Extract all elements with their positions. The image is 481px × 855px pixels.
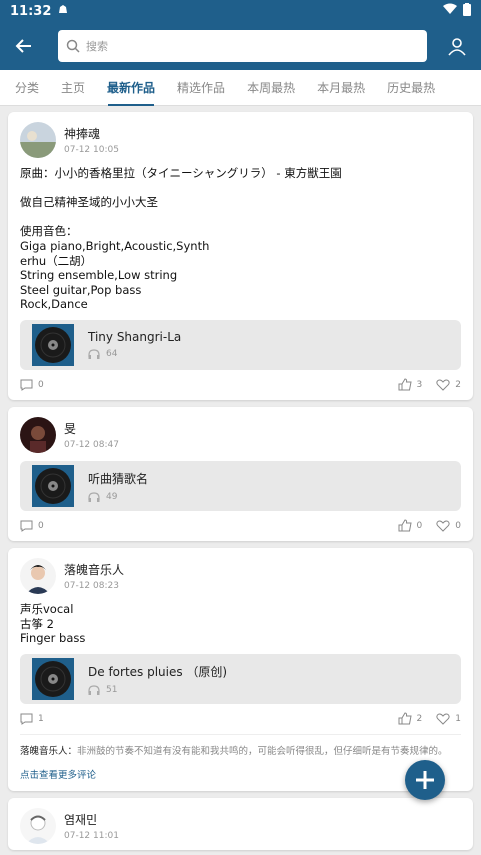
comment-author[interactable]: 落魄音乐人： (20, 746, 77, 757)
comment-count: 0 (38, 379, 44, 390)
notification-icon (57, 3, 69, 19)
post-date: 07-12 08:47 (64, 439, 119, 450)
track-play-count: 51 (106, 684, 118, 695)
vinyl-disc-icon (32, 464, 74, 507)
headphones-icon (88, 685, 100, 695)
tab-home[interactable]: 主页 (50, 70, 96, 106)
heart-icon (436, 520, 450, 532)
comment-icon (20, 520, 33, 532)
track-player[interactable]: 听曲猜歌名 49 (20, 460, 461, 511)
tab-category[interactable]: 分类 (4, 70, 50, 106)
comment-button[interactable]: 1 (20, 713, 44, 725)
favorite-count: 0 (455, 520, 461, 531)
heart-icon (436, 379, 450, 391)
post-username[interactable]: 神捧魂 (64, 125, 119, 142)
vinyl-disc-icon (32, 323, 74, 366)
like-count: 3 (416, 379, 423, 390)
avatar[interactable] (20, 557, 56, 594)
post-header: 神捧魂 07-12 10:05 (20, 122, 461, 158)
post-feed: 神捧魂 07-12 10:05 原曲：小小的香格里拉（タイニーシャングリラ） -… (0, 106, 481, 850)
heart-icon (436, 713, 450, 725)
post-username[interactable]: 염재민 (64, 811, 119, 828)
post-card: 旻 07-12 08:47 听曲猜歌名 49 0 0 0 (8, 406, 473, 541)
thumbs-up-icon (398, 378, 412, 391)
track-play-count: 64 (106, 349, 118, 360)
track-play-count: 49 (106, 491, 118, 502)
comment-button[interactable]: 0 (20, 379, 44, 391)
post-card: 落魄音乐人 07-12 08:23 声乐vocal 古筝 2 Finger ba… (8, 547, 473, 791)
comment-icon (20, 713, 33, 725)
battery-icon (463, 2, 471, 20)
like-button[interactable]: 2 (398, 712, 423, 725)
post-header: 落魄音乐人 07-12 08:23 (20, 557, 461, 594)
tab-latest[interactable]: 最新作品 (96, 70, 166, 106)
post-actions: 0 0 0 (20, 517, 461, 535)
like-button[interactable]: 0 (398, 519, 423, 532)
category-tabs: 分类 主页 最新作品 精选作品 本周最热 本月最热 历史最热 (0, 70, 481, 106)
favorite-button[interactable]: 1 (436, 712, 461, 725)
status-bar: 11:32 (0, 0, 481, 22)
post-card: 神捧魂 07-12 10:05 原曲：小小的香格里拉（タイニーシャングリラ） -… (8, 112, 473, 400)
avatar[interactable] (20, 416, 56, 453)
comment-preview: 落魄音乐人：非洲鼓的节奏不知道有没有能和我共鸣的，可能会听得很乱，但仔细听是有节… (20, 733, 461, 757)
comment-count: 0 (38, 520, 44, 531)
tab-weekly-hot[interactable]: 本周最热 (236, 70, 306, 106)
post-date: 07-12 11:01 (64, 830, 119, 841)
favorite-count: 1 (455, 713, 461, 724)
tab-all-time-hot[interactable]: 历史最热 (376, 70, 446, 106)
plus-icon (416, 771, 434, 789)
post-username[interactable]: 落魄音乐人 (64, 561, 124, 578)
post-text: 声乐vocal 古筝 2 Finger bass (20, 601, 86, 646)
avatar[interactable] (20, 807, 56, 844)
avatar[interactable] (20, 122, 56, 158)
user-icon (448, 38, 466, 56)
track-title: 听曲猜歌名 (88, 471, 149, 486)
status-time: 11:32 (10, 3, 52, 19)
track-title: Tiny Shangri-La (88, 330, 182, 345)
vinyl-disc-icon (32, 657, 74, 700)
view-more-comments-link[interactable]: 点击查看更多评论 (20, 767, 461, 785)
thumbs-up-icon (398, 519, 412, 532)
tab-monthly-hot[interactable]: 本月最热 (306, 70, 376, 106)
search-placeholder: 搜索 (86, 40, 108, 53)
favorite-button[interactable]: 0 (436, 519, 461, 532)
post-actions: 1 2 1 (20, 710, 461, 728)
favorite-button[interactable]: 2 (436, 378, 461, 391)
like-count: 0 (416, 520, 423, 531)
search-input[interactable]: 搜索 (58, 30, 427, 62)
track-player[interactable]: De fortes pluies （原创) 51 (20, 653, 461, 704)
like-count: 2 (416, 713, 423, 724)
track-title: De fortes pluies （原创) (88, 664, 228, 679)
headphones-icon (88, 492, 100, 502)
back-arrow-icon (15, 39, 31, 53)
back-button[interactable] (8, 30, 40, 62)
post-header: 旻 07-12 08:47 (20, 416, 461, 453)
post-date: 07-12 08:23 (64, 580, 119, 591)
create-post-button[interactable] (405, 760, 445, 800)
post-date: 07-12 10:05 (64, 145, 119, 155)
comment-count: 1 (38, 713, 44, 724)
thumbs-up-icon (398, 712, 412, 725)
comment-button[interactable]: 0 (20, 520, 44, 532)
profile-button[interactable] (441, 30, 473, 62)
headphones-icon (88, 349, 100, 360)
post-header: 염재민 07-12 11:01 (20, 807, 461, 844)
post-actions: 0 3 2 (20, 376, 461, 394)
search-icon (66, 39, 80, 53)
tab-featured[interactable]: 精选作品 (166, 70, 236, 106)
favorite-count: 2 (455, 379, 461, 390)
post-text: 原曲：小小的香格里拉（タイニーシャングリラ） - 東方獣王園 做自己精神圣域的小… (20, 166, 342, 312)
app-bar: 搜索 (0, 22, 481, 70)
track-player[interactable]: Tiny Shangri-La 64 (20, 319, 461, 370)
comment-icon (20, 379, 33, 391)
wifi-icon (443, 3, 457, 19)
like-button[interactable]: 3 (398, 378, 423, 391)
comment-text: 非洲鼓的节奏不知道有没有能和我共鸣的，可能会听得很乱，但仔细听是有节奏规律的。 (77, 745, 448, 757)
post-card: 염재민 07-12 11:01 (8, 797, 473, 850)
post-username[interactable]: 旻 (64, 420, 119, 437)
